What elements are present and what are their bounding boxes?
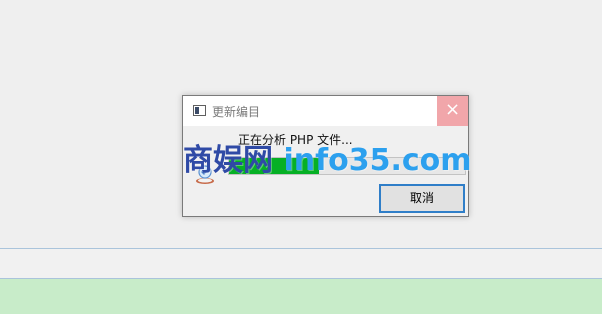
watermark-site-name: 商娱网: [183, 143, 273, 178]
cancel-button[interactable]: 取消: [379, 184, 465, 213]
background-panel: [0, 248, 602, 279]
window-icon: [193, 105, 206, 116]
dialog-title: 更新编目: [212, 105, 261, 119]
close-icon: ×: [444, 99, 461, 120]
background-status-panel: [0, 279, 602, 314]
dialog-titlebar[interactable]: 更新编目 ×: [183, 96, 468, 126]
close-button[interactable]: ×: [437, 96, 468, 126]
watermark-domain: info35.com: [283, 143, 472, 178]
watermark: 商娱网 info35.com: [183, 146, 472, 176]
